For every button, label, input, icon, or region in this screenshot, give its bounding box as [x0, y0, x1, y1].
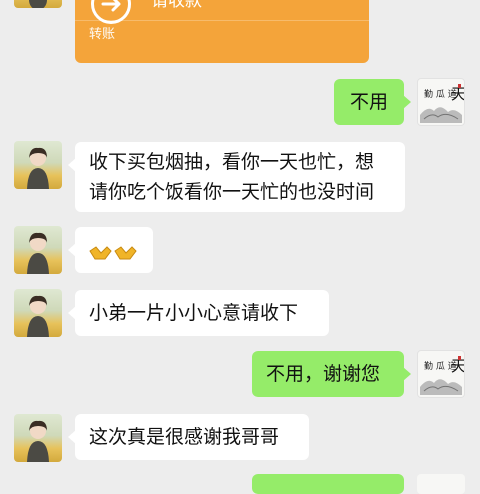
transfer-title: 请收款 — [151, 0, 202, 11]
message-bubble-other[interactable]: 小弟一片小小心意请收下 — [68, 290, 329, 336]
message-bubble-other[interactable] — [68, 227, 153, 273]
message-bubble-self[interactable]: 不用，谢谢您 — [252, 351, 411, 397]
svg-text:天: 天 — [451, 357, 464, 375]
user-avatar[interactable]: 勤 瓜 道 天 — [417, 350, 465, 398]
gold-ingot-icon — [89, 240, 139, 270]
contact-avatar[interactable] — [14, 0, 62, 8]
message-text-line: 收下买包烟抽，看你一天也忙，想 — [89, 151, 375, 173]
svg-text:天: 天 — [451, 85, 464, 103]
contact-avatar[interactable] — [14, 226, 62, 274]
transfer-card[interactable]: 请收款 转账 — [75, 0, 369, 63]
message-text-line: 请你吃个饭看你一天忙的也没时间 — [89, 181, 375, 203]
message-bubble-self-partial[interactable] — [252, 474, 404, 494]
transfer-label: 转账 — [89, 27, 116, 42]
user-avatar[interactable]: 勤 瓜 道 天 — [417, 78, 465, 126]
message-bubble-other[interactable]: 收下买包烟抽，看你一天也忙，想 请你吃个饭看你一天忙的也没时间 — [68, 142, 405, 212]
message-text: 不用，谢谢您 — [266, 363, 381, 385]
contact-avatar[interactable] — [14, 289, 62, 337]
message-bubble-self[interactable]: 不用 — [334, 79, 411, 125]
message-text: 小弟一片小小心意请收下 — [89, 302, 299, 324]
message-text: 不用 — [349, 91, 388, 113]
message-text: 这次真是很感谢我哥哥 — [89, 426, 280, 448]
contact-avatar[interactable] — [14, 141, 62, 189]
contact-avatar[interactable] — [14, 414, 62, 462]
transfer-divider — [75, 20, 369, 21]
message-bubble-other[interactable]: 这次真是很感谢我哥哥 — [68, 414, 309, 460]
user-avatar-partial[interactable] — [417, 474, 465, 494]
